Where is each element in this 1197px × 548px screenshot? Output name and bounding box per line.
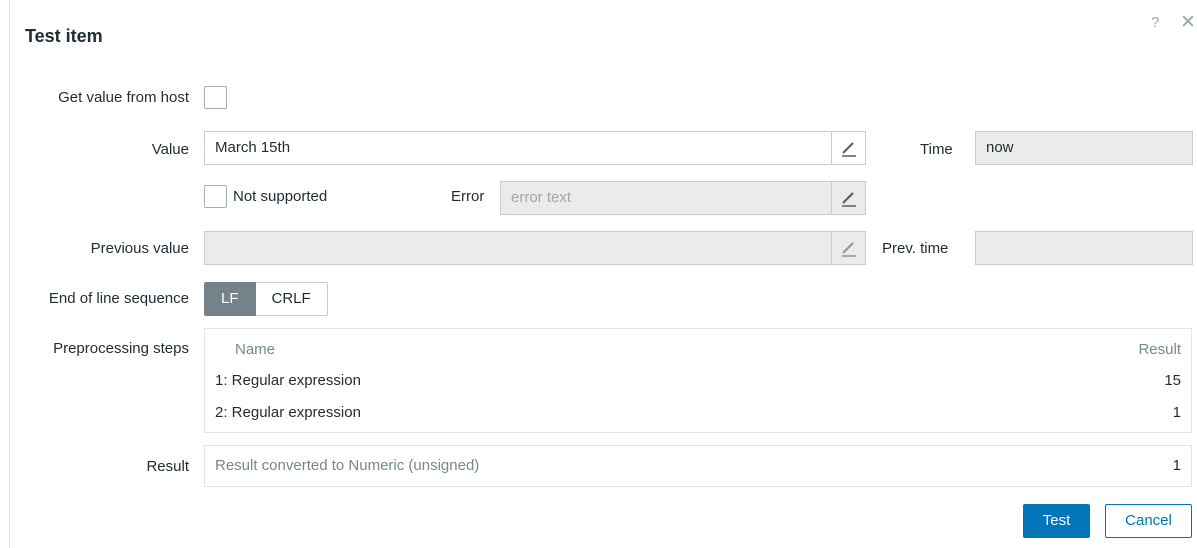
previous-value-edit-button[interactable] [831,232,865,264]
dialog-title: Test item [25,26,103,46]
error-placeholder: error text [511,189,572,206]
eol-option-crlf[interactable]: CRLF [255,282,328,316]
preprocessing-label: Preprocessing steps [53,340,189,357]
eol-segmented-control: LF CRLF [204,282,328,316]
result-box: Result converted to Numeric (unsigned) 1 [204,445,1192,487]
pencil-edit-icon [841,142,856,157]
time-label: Time [920,141,953,158]
step-name: 1: Regular expression [215,372,361,389]
step-name: 2: Regular expression [215,404,361,421]
step-result: 15 [1164,372,1181,389]
pencil-edit-icon [841,192,856,207]
error-label: Error [451,188,485,205]
cancel-button[interactable]: Cancel [1105,504,1192,538]
time-input-text: now [986,139,1014,156]
not-supported-checkbox[interactable] [204,185,227,208]
step-result: 1 [1172,404,1181,421]
value-input[interactable]: March 15th [204,131,866,165]
eol-label: End of line sequence [48,290,189,307]
value-label: Value [151,141,189,158]
column-header-result: Result [1138,341,1181,358]
table-row: 1: Regular expression 15 [215,372,1181,394]
help-icon[interactable]: ? [1151,14,1159,31]
column-header-name: Name [235,341,276,358]
error-edit-button[interactable] [831,182,865,214]
table-row: 2: Regular expression 1 [215,404,1181,426]
prev-time-input[interactable] [975,231,1193,265]
result-value: 1 [1172,457,1181,474]
previous-value-input[interactable] [204,231,866,265]
value-edit-button[interactable] [831,132,865,164]
not-supported-label: Not supported [233,188,328,205]
result-description: Result converted to Numeric (unsigned) [215,457,480,474]
error-input[interactable]: error text [500,181,866,215]
close-icon[interactable]: ✕ [1180,11,1196,34]
previous-value-label: Previous value [90,240,189,257]
time-input[interactable]: now [975,131,1193,165]
test-button[interactable]: Test [1023,504,1090,538]
test-item-dialog: Test item ? ✕ Get value from host Value … [9,0,1197,548]
result-label: Result [146,458,189,475]
pencil-edit-icon [841,242,856,257]
value-input-text: March 15th [215,139,291,156]
preprocessing-steps-table: Name Result 1: Regular expression 15 2: … [204,328,1192,433]
get-value-checkbox[interactable] [204,86,227,109]
eol-option-lf[interactable]: LF [204,282,256,316]
get-value-label: Get value from host [58,89,189,106]
prev-time-label: Prev. time [882,240,949,257]
